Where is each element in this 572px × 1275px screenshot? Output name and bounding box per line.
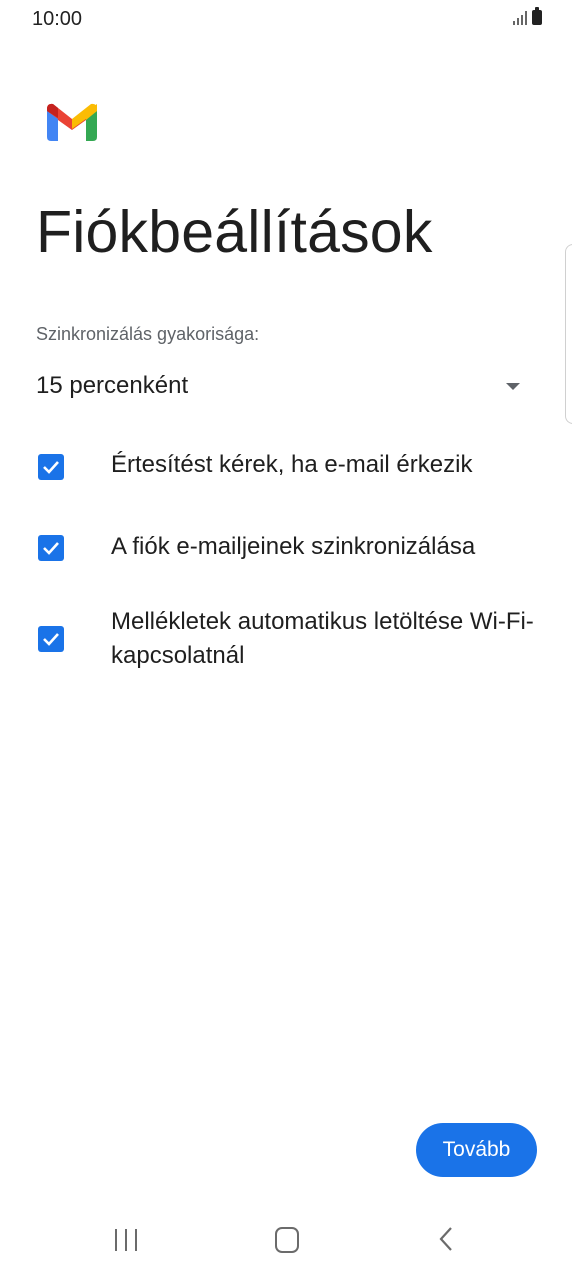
sync-frequency-value: 15 percenként xyxy=(36,372,189,399)
status-time: 10:00 xyxy=(32,8,83,30)
dropdown-arrow-icon xyxy=(506,383,520,390)
sync-checkbox[interactable] xyxy=(38,535,64,561)
gmail-logo-icon xyxy=(47,103,97,141)
attachments-checkbox[interactable] xyxy=(38,626,64,652)
sync-frequency-select[interactable]: 15 percenként xyxy=(36,366,526,410)
checkmark-icon xyxy=(43,633,59,646)
navigation-bar xyxy=(0,1205,572,1275)
option-sync-row[interactable]: A fiók e-mailjeinek szinkronizálása xyxy=(36,530,536,570)
battery-icon xyxy=(532,7,542,25)
next-button[interactable]: Tovább xyxy=(416,1123,537,1177)
option-sync-label: A fiók e-mailjeinek szinkronizálása xyxy=(111,533,476,560)
home-icon[interactable] xyxy=(275,1227,299,1253)
checkmark-icon xyxy=(43,461,59,474)
scroll-indicator xyxy=(565,244,572,424)
notify-checkbox[interactable] xyxy=(38,454,64,480)
status-bar: 10:00 xyxy=(0,0,572,40)
recents-icon[interactable] xyxy=(115,1229,137,1251)
signal-icon xyxy=(513,11,527,25)
option-attachments-label: Mellékletek automatikus letöltése Wi-Fi-… xyxy=(111,608,534,669)
option-notify-row[interactable]: Értesítést kérek, ha e-mail érkezik xyxy=(36,448,536,488)
checkmark-icon xyxy=(43,542,59,555)
back-icon[interactable] xyxy=(437,1226,457,1252)
page-title: Fiókbeállítások xyxy=(36,199,433,265)
option-notify-label: Értesítést kérek, ha e-mail érkezik xyxy=(111,451,473,478)
status-icons xyxy=(513,7,542,25)
option-attachments-row[interactable]: Mellékletek automatikus letöltése Wi-Fi-… xyxy=(36,605,536,675)
sync-frequency-label: Szinkronizálás gyakorisága: xyxy=(36,324,260,344)
